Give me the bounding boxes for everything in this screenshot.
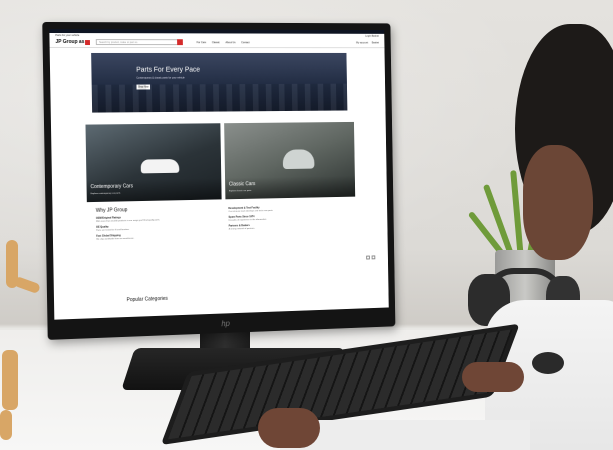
mouse — [532, 352, 564, 374]
logo-text: JP Group as — [55, 38, 85, 46]
why-left-column: Why JP Group OEM/Original Ratings With m… — [96, 205, 220, 241]
card-title: Classic Cars — [228, 181, 256, 188]
hero-title: Parts For Every Pace — [136, 66, 201, 74]
nav-item-classic[interactable]: Classic — [212, 41, 220, 44]
card-title: Contemporary Cars — [90, 183, 134, 191]
monitor-screen: Parts for your vehicle Login Basket JP G… — [49, 28, 389, 320]
hero-subtitle: Contemporary & classic parts for your ve… — [136, 76, 185, 80]
person-left-hand — [258, 408, 320, 448]
wooden-mannequin — [0, 240, 41, 440]
nav-item-about[interactable]: About Us — [225, 41, 235, 44]
top-notice: Parts for your vehicle — [55, 34, 80, 38]
logo-mark-icon — [85, 39, 91, 45]
card-classic-cars[interactable]: Classic Cars Explore classic car parts — [224, 121, 356, 200]
account-link[interactable]: My account — [356, 41, 368, 44]
why-title: Why JP Group — [95, 207, 128, 214]
prev-icon[interactable] — [366, 255, 370, 260]
nav-item-contact[interactable]: Contact — [241, 41, 249, 44]
search-placeholder: Search by product, make or part no. — [99, 41, 138, 45]
why-right-column: Development & Test Facility Our in-house… — [228, 203, 347, 239]
popular-categories-title: Popular Categories — [126, 295, 168, 304]
car-image — [282, 149, 315, 170]
main-nav: For Cars Classic About Us Contact — [197, 41, 250, 44]
site-logo[interactable]: JP Group as — [55, 38, 91, 46]
hero-banner: Parts For Every Pace Contemporary & clas… — [91, 52, 348, 113]
top-links: Login Basket — [365, 35, 379, 38]
site-header: JP Group as Search by product, make or p… — [49, 37, 385, 49]
photo-scene: Parts for your vehicle Login Basket JP G… — [0, 0, 613, 450]
carousel-controls — [366, 255, 376, 260]
login-link[interactable]: Login — [365, 35, 371, 38]
road-image — [225, 175, 356, 200]
search-input[interactable]: Search by product, make or part no. — [96, 39, 184, 46]
person-face — [523, 145, 593, 260]
monitor: Parts for your vehicle Login Basket JP G… — [42, 21, 396, 340]
nav-item-for-cars[interactable]: For Cars — [197, 41, 207, 44]
search-button[interactable] — [177, 39, 184, 46]
person-right-hand — [462, 362, 524, 392]
header-actions: My account Basket — [356, 41, 379, 44]
basket-icon[interactable]: Basket — [372, 41, 379, 44]
road-image — [86, 177, 222, 203]
card-contemporary-cars[interactable]: Contemporary Cars Explore contemporary c… — [85, 123, 222, 203]
why-section: Why JP Group OEM/Original Ratings With m… — [52, 196, 387, 243]
category-cards: Contemporary Cars Explore contemporary c… — [51, 121, 387, 203]
card-subtitle: Explore classic car parts — [229, 190, 252, 193]
basket-link[interactable]: Basket — [372, 35, 379, 38]
monitor-logo: hp — [221, 319, 230, 329]
car-image — [140, 159, 180, 174]
hero-button[interactable]: Shop Now — [136, 84, 151, 90]
next-icon[interactable] — [371, 255, 376, 260]
